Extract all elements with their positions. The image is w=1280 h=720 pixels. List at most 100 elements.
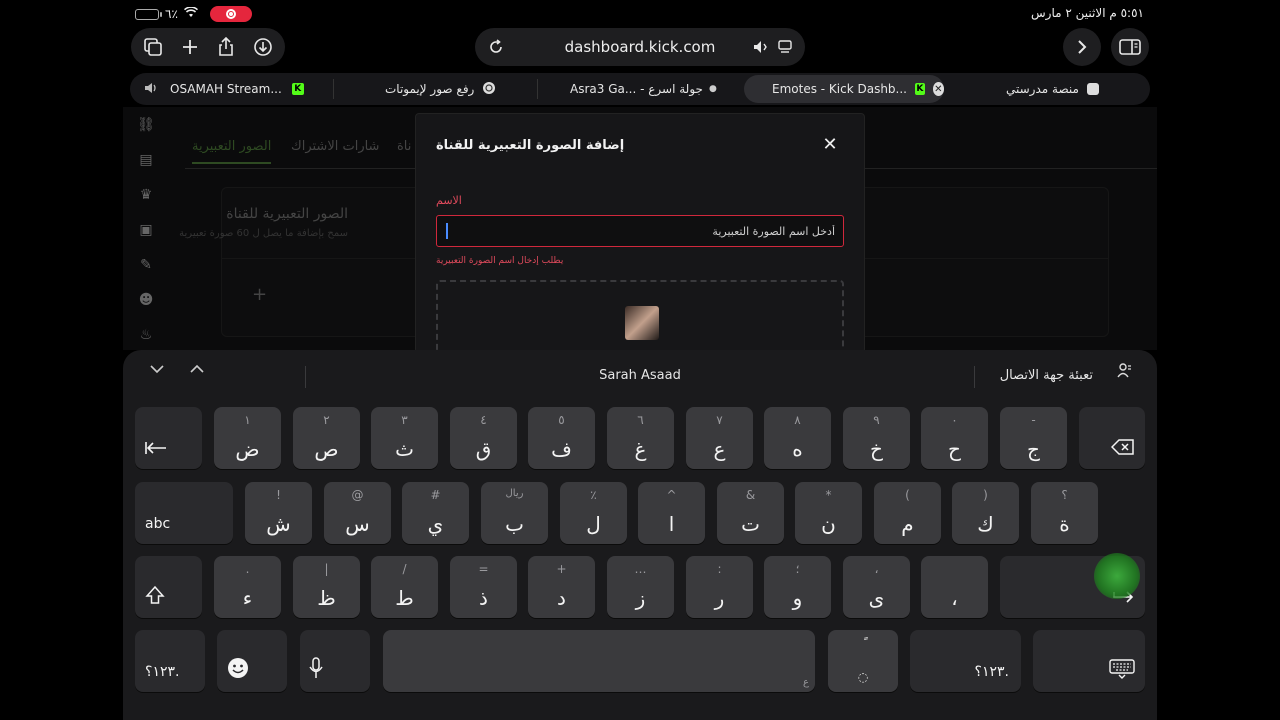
tab-emotes[interactable]: الصور التعبيرية	[192, 139, 272, 164]
tab-madrasati[interactable]: منصة مدرستي	[1006, 73, 1099, 105]
key[interactable]: ٢ص	[293, 407, 360, 469]
trophy-icon[interactable]: ♛	[133, 177, 159, 212]
key[interactable]: .ء	[214, 556, 281, 618]
autofill-contact-button[interactable]: تعبئة جهة الاتصال	[1000, 368, 1093, 383]
tabs-overview-icon[interactable]	[138, 32, 168, 62]
screen-recording-indicator[interactable]	[209, 6, 252, 22]
tab-emotes-kick-dashboard[interactable]: Emotes - Kick Dashb... K ✕	[744, 75, 944, 103]
chatgpt-favicon-icon	[482, 81, 496, 98]
tab-divider	[333, 79, 334, 99]
close-tab-icon[interactable]: ✕	[932, 82, 944, 96]
add-emote-modal: إضافة الصورة التعبيرية للقناة ✕ الاسم يط…	[415, 113, 865, 353]
analytics-icon[interactable]: ▤	[133, 142, 159, 177]
numbers-key[interactable]: ١٢٣؟.	[135, 630, 205, 692]
jawla-favicon-icon: ●	[708, 84, 717, 94]
key[interactable]: ٦غ	[607, 407, 674, 469]
key[interactable]: & ت	[717, 482, 784, 544]
key[interactable]: ٩خ	[843, 407, 910, 469]
battery-icon	[135, 8, 162, 20]
key[interactable]: ٤ق	[450, 407, 517, 469]
tab-upload-emotes[interactable]: رفع صور لإيموتات	[385, 73, 496, 105]
abc-key[interactable]: abc	[135, 482, 233, 544]
key[interactable]: ريال ب	[481, 482, 548, 544]
hide-keyboard-key[interactable]	[1033, 630, 1145, 692]
keyboard-suggestion-bar: Sarah Asaad تعبئة جهة الاتصال	[123, 350, 1157, 396]
users-icon[interactable]: ☻	[133, 282, 159, 317]
wrench-icon[interactable]: ✎	[133, 247, 159, 282]
emote-name-input[interactable]	[436, 215, 844, 247]
modal-title: إضافة الصورة التعبيرية للقناة	[436, 138, 625, 153]
page-menu-icon[interactable]	[775, 33, 795, 61]
key[interactable]: ٨ه	[764, 407, 831, 469]
key[interactable]: (م	[874, 482, 941, 544]
key[interactable]: # ي	[402, 482, 469, 544]
key[interactable]: … ز	[607, 556, 674, 618]
dictation-key[interactable]	[300, 630, 370, 692]
tab-osamah-stream[interactable]: OSAMAH Stream... K	[144, 73, 304, 105]
downloads-icon[interactable]	[248, 32, 278, 62]
share-icon[interactable]	[211, 32, 241, 62]
toolbar-left-group	[131, 28, 285, 66]
delete-key[interactable]	[1079, 407, 1145, 469]
space-key[interactable]: ع	[383, 630, 815, 692]
key[interactable]: ٠ح	[921, 407, 988, 469]
key[interactable]: * ن	[795, 482, 862, 544]
key[interactable]: = ذ	[450, 556, 517, 618]
emoji-icon	[227, 657, 249, 684]
wifi-icon	[183, 6, 198, 21]
tab-subscriber-badges[interactable]: شارات الاشتراك	[291, 139, 379, 154]
tab-bar: OSAMAH Stream... K رفع صور لإيموتات Asra…	[130, 73, 1150, 105]
key[interactable]: ! ش	[245, 482, 312, 544]
key[interactable]: ٧ع	[686, 407, 753, 469]
key[interactable]: ٥ف	[528, 407, 595, 469]
tab-divider	[537, 79, 538, 99]
shift-icon	[145, 585, 165, 610]
key[interactable]: -ج	[1000, 407, 1067, 469]
image-dropzone[interactable]	[436, 280, 844, 352]
emoji-key[interactable]	[217, 630, 287, 692]
key[interactable]: ^ ا	[638, 482, 705, 544]
key[interactable]: / ط	[371, 556, 438, 618]
tab-channel[interactable]: ناة	[397, 139, 411, 154]
key[interactable]: + د	[528, 556, 595, 618]
tab-title: رفع صور لإيموتات	[385, 82, 475, 96]
key[interactable]: @ س	[324, 482, 391, 544]
record-icon	[225, 9, 236, 19]
status-bar: ٦٪ ٥:٥١ م الاثنين ٢ مارس	[0, 0, 1280, 28]
audio-playing-icon[interactable]	[751, 33, 771, 61]
key[interactable]: ، ى	[843, 556, 910, 618]
key[interactable]: ؛ و	[764, 556, 831, 618]
name-error-message: يطلب إدخال اسم الصورة التعبيرية	[436, 256, 564, 266]
key[interactable]: ،	[921, 556, 988, 618]
key[interactable]: ؟ ة	[1031, 482, 1098, 544]
status-time-date: ٥:٥١ م الاثنين ٢ مارس	[1031, 6, 1144, 20]
video-icon[interactable]: ▣	[133, 212, 159, 247]
key[interactable]: ١ض	[214, 407, 281, 469]
new-tab-icon[interactable]	[175, 32, 205, 62]
tab-asra3-game[interactable]: Asra3 Ga... - جولة اسرع ●	[570, 73, 717, 105]
madrasati-favicon-icon	[1086, 83, 1099, 95]
browser-toolbar: dashboard.kick.com	[0, 28, 1280, 70]
close-icon[interactable]: ✕	[820, 134, 840, 155]
numbers-key-right[interactable]: ١٢٣؟.	[910, 630, 1021, 692]
key[interactable]: ٪ ل	[560, 482, 627, 544]
link-icon[interactable]: ⛓	[133, 107, 159, 142]
diacritic-key[interactable]: ًً◌	[828, 630, 898, 692]
sidebar-toggle-button[interactable]	[1111, 28, 1149, 66]
shift-key[interactable]	[135, 556, 202, 618]
key[interactable]: | ظ	[293, 556, 360, 618]
emote-image-preview	[625, 306, 659, 340]
forward-button[interactable]	[1063, 28, 1101, 66]
contact-autofill-icon[interactable]	[1117, 362, 1133, 384]
onscreen-keyboard: Sarah Asaad تعبئة جهة الاتصال ١ض ٢ص ٣ث ٤…	[123, 350, 1157, 720]
speaker-icon[interactable]	[144, 82, 160, 97]
address-bar[interactable]: dashboard.kick.com	[475, 28, 805, 66]
sidebar-icon	[1119, 39, 1141, 55]
key[interactable]: ٣ث	[371, 407, 438, 469]
add-emote-icon[interactable]: +	[252, 284, 267, 305]
card-title: الصور التعبيرية للقناة	[226, 206, 348, 222]
key[interactable]: ) ك	[952, 482, 1019, 544]
cake-icon[interactable]: ♨	[133, 317, 159, 350]
key[interactable]: :ر	[686, 556, 753, 618]
tab-key[interactable]	[135, 407, 202, 469]
